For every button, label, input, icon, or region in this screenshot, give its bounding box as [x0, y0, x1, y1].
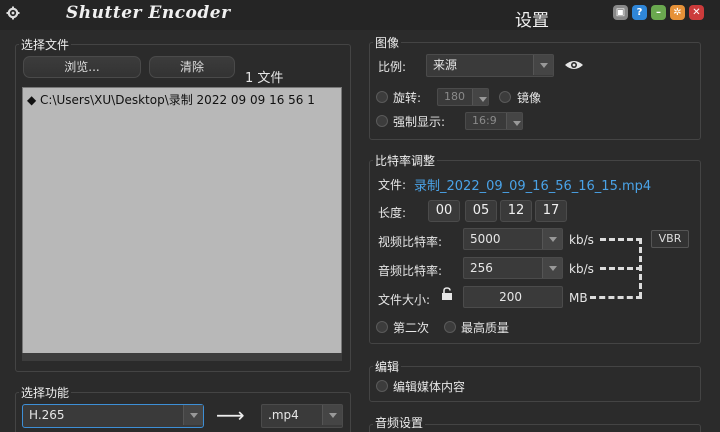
overlay-icon[interactable]: ▣ — [613, 5, 628, 20]
app-logo: Shutter Encoder — [66, 3, 231, 23]
file-count: 1 文件 — [245, 71, 284, 86]
gear-icon[interactable] — [6, 6, 20, 20]
edit-section-title: 编辑 — [373, 358, 402, 375]
chevron-down-icon[interactable] — [183, 405, 203, 425]
rotate-radio[interactable] — [376, 91, 388, 103]
file-section-title: 选择文件 — [19, 36, 72, 53]
close-icon[interactable]: ✕ — [689, 5, 704, 20]
clear-button[interactable]: 清除 — [149, 56, 235, 78]
arrow-icon: ⟶ — [216, 403, 245, 427]
function-section-title: 选择功能 — [19, 384, 72, 401]
duration-label: 长度: — [378, 206, 407, 220]
audio-section-title: 音频设置 — [373, 414, 426, 431]
file-size-label: 文件大小: — [378, 293, 431, 307]
duration-seconds[interactable]: 12 — [500, 200, 532, 222]
force-display-label: 强制显示: — [393, 115, 446, 129]
container-value: .mp4 — [268, 408, 299, 422]
ratio-value: 来源 — [433, 58, 458, 72]
ratio-label: 比例: — [378, 60, 407, 74]
function-select[interactable]: H.265 — [22, 404, 204, 428]
chevron-down-icon[interactable] — [472, 89, 488, 105]
force-display-value: 16:9 — [472, 114, 497, 127]
file-size-value: 200 — [499, 290, 522, 304]
duration-frames[interactable]: 17 — [535, 200, 567, 222]
browse-button[interactable]: 浏览... — [23, 56, 141, 78]
function-value: H.265 — [29, 408, 65, 422]
best-quality-radio[interactable] — [444, 321, 456, 333]
duration-minutes[interactable]: 05 — [465, 200, 497, 222]
title-bar: Shutter Encoder 设置 ▣ ? – ✲ ✕ — [0, 0, 720, 31]
video-bitrate-value: 5000 — [470, 232, 501, 246]
rotate-value: 180 — [444, 90, 465, 103]
horizontal-scrollbar[interactable] — [22, 353, 342, 361]
mirror-radio[interactable] — [499, 91, 511, 103]
image-section-title: 图像 — [373, 34, 402, 51]
file-list[interactable]: ◆ C:\Users\XU\Desktop\录制 2022 09 09 16 5… — [22, 87, 342, 361]
settings-icon[interactable]: ✲ — [670, 5, 685, 20]
chevron-down-icon[interactable] — [322, 405, 342, 425]
file-name: 录制_2022_09_09_16_56_16_15.mp4 — [414, 179, 652, 194]
link-line-vertical — [639, 238, 642, 298]
container-select[interactable]: .mp4 — [261, 404, 343, 428]
audio-bitrate-value: 256 — [470, 261, 493, 275]
chevron-down-icon[interactable] — [506, 113, 522, 129]
audio-bitrate-label: 音频比特率: — [378, 264, 443, 278]
file-size-input[interactable]: 200 — [463, 286, 563, 308]
force-display-select[interactable]: 16:9 — [465, 112, 523, 130]
second-pass-radio[interactable] — [376, 321, 388, 333]
eye-icon[interactable] — [564, 59, 584, 71]
edit-media-radio[interactable] — [376, 380, 388, 392]
chevron-down-icon[interactable] — [542, 229, 562, 249]
link-line-video — [600, 238, 642, 241]
mirror-label: 镜像 — [517, 91, 542, 105]
file-label: 文件: — [378, 178, 407, 192]
bitrate-section-title: 比特率调整 — [373, 152, 438, 169]
video-unit: kb/s — [569, 233, 594, 247]
list-item[interactable]: ◆ C:\Users\XU\Desktop\录制 2022 09 09 16 5… — [27, 91, 341, 108]
second-pass-label: 第二次 — [393, 321, 430, 335]
duration-hours[interactable]: 00 — [428, 200, 460, 222]
rotate-select[interactable]: 180 — [437, 88, 489, 106]
vbr-button[interactable]: VBR — [651, 230, 689, 248]
video-bitrate-label: 视频比特率: — [378, 235, 443, 249]
rotate-label: 旋转: — [393, 91, 422, 105]
video-bitrate-input[interactable]: 5000 — [463, 228, 563, 250]
chevron-down-icon[interactable] — [542, 258, 562, 278]
ratio-select[interactable]: 来源 — [426, 54, 554, 77]
link-line-size — [590, 296, 642, 299]
best-quality-label: 最高质量 — [461, 321, 510, 335]
audio-bitrate-input[interactable]: 256 — [463, 257, 563, 279]
help-icon[interactable]: ? — [632, 5, 647, 20]
link-line-audio — [600, 267, 642, 270]
size-unit: MB — [569, 291, 588, 305]
audio-unit: kb/s — [569, 262, 594, 276]
window-title: 设置 — [515, 11, 549, 31]
unlock-icon[interactable] — [441, 287, 455, 301]
edit-media-label: 编辑媒体内容 — [393, 380, 466, 394]
minimize-icon[interactable]: – — [651, 5, 666, 20]
force-display-radio[interactable] — [376, 115, 388, 127]
chevron-down-icon[interactable] — [533, 55, 553, 75]
